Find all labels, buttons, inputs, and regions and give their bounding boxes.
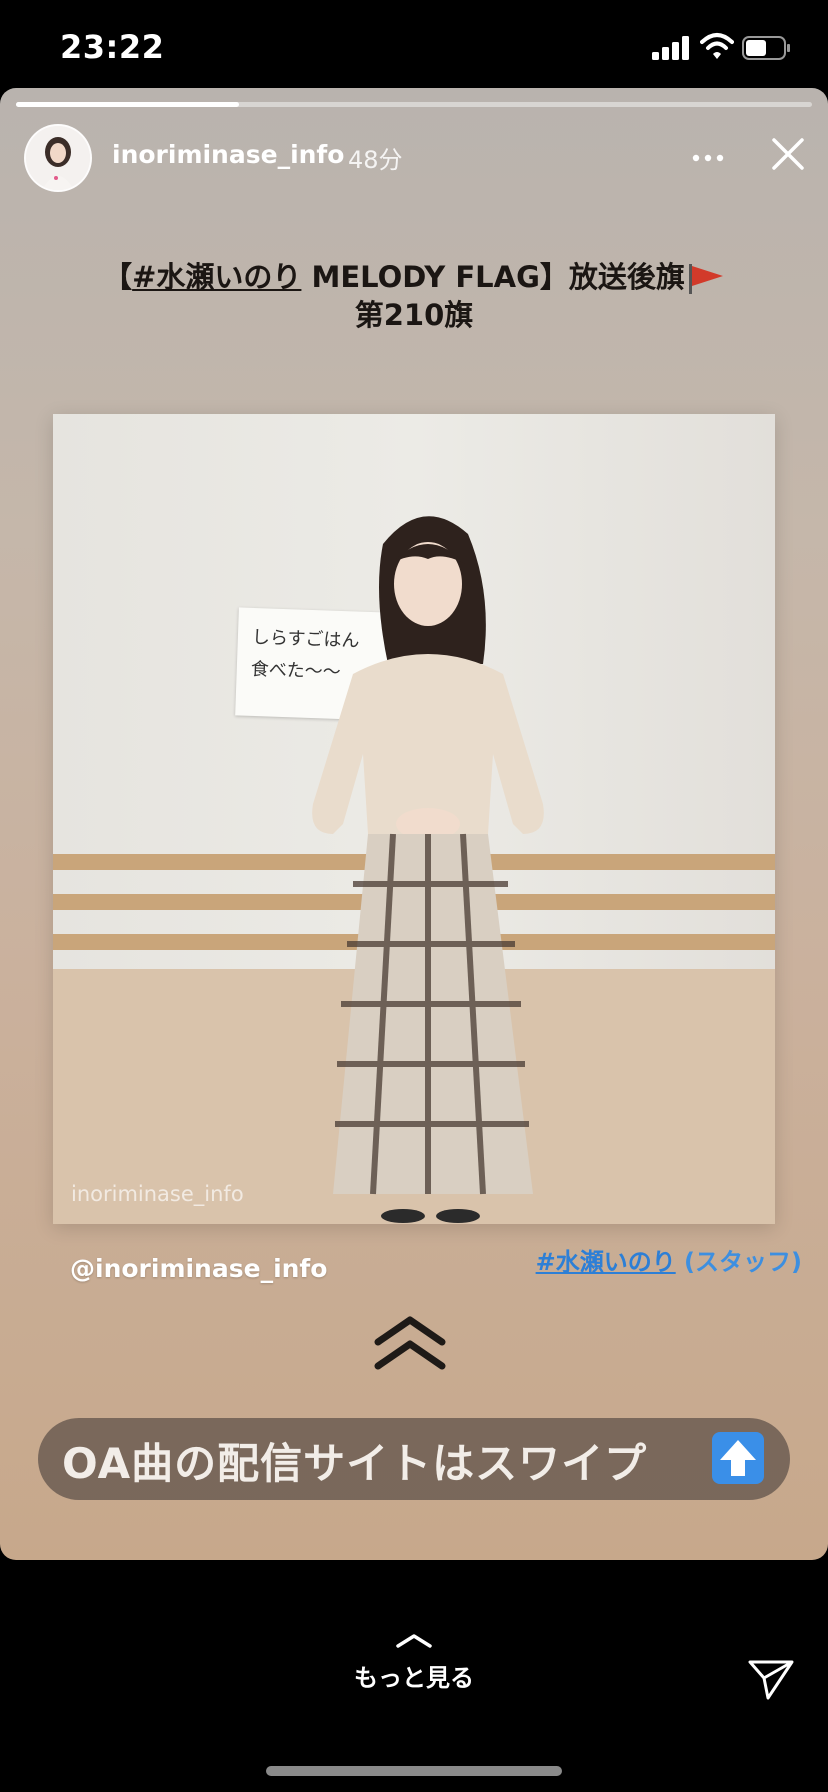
swipe-up-text: OA曲の配信サイトはスワイプ bbox=[62, 1439, 648, 1488]
headline-hashtag[interactable]: #水瀬いのり bbox=[132, 260, 301, 294]
hashtag-text[interactable]: #水瀬いのり bbox=[536, 1248, 676, 1276]
headline-open-bracket: 【 bbox=[103, 260, 133, 294]
close-icon[interactable] bbox=[766, 132, 810, 176]
story-progress-fill bbox=[16, 102, 239, 107]
story-username[interactable]: inoriminase_info bbox=[112, 140, 344, 169]
mention-sticker[interactable]: @inoriminase_info bbox=[70, 1254, 327, 1283]
headline-episode: 第210旗 bbox=[354, 298, 474, 332]
wifi-icon bbox=[700, 33, 734, 59]
more-icon[interactable] bbox=[688, 144, 728, 172]
story-time-ago: 48分 bbox=[348, 146, 403, 174]
photo-person bbox=[312, 516, 544, 1223]
status-time: 23:22 bbox=[60, 28, 165, 66]
see-more-label: もっと見る bbox=[354, 1664, 474, 1692]
home-indicator[interactable] bbox=[266, 1766, 562, 1776]
flag-icon bbox=[688, 264, 723, 294]
see-more-button[interactable]: もっと見る bbox=[0, 1630, 828, 1693]
avatar[interactable] bbox=[24, 124, 92, 192]
swipe-chevron-icon[interactable] bbox=[370, 1314, 450, 1374]
hashtag-suffix: (スタッフ) bbox=[675, 1248, 802, 1276]
avatar-image bbox=[26, 126, 90, 190]
battery-icon bbox=[742, 36, 790, 60]
story-progress-bar bbox=[16, 102, 812, 107]
status-bar: 23:22 bbox=[0, 0, 828, 88]
headline-title: MELODY FLAG】放送後旗 bbox=[301, 260, 685, 294]
story-photo: しらすごはん 食べた〜〜 inoriminase_info bbox=[53, 414, 775, 1224]
send-icon[interactable] bbox=[746, 1656, 796, 1702]
hashtag-sticker[interactable]: #水瀬いのり (スタッフ) bbox=[536, 1242, 802, 1277]
story-view[interactable]: inoriminase_info 48分 【#水瀬いのり MELODY FLAG… bbox=[0, 88, 828, 1560]
chevron-up-icon bbox=[396, 1634, 432, 1648]
story-headline: 【#水瀬いのり MELODY FLAG】放送後旗 第210旗 bbox=[30, 258, 798, 334]
signal-icon bbox=[652, 36, 689, 60]
up-arrow-icon bbox=[712, 1432, 764, 1484]
photo-watermark: inoriminase_info bbox=[71, 1182, 244, 1206]
swipe-up-banner[interactable]: OA曲の配信サイトはスワイプ bbox=[38, 1418, 790, 1500]
